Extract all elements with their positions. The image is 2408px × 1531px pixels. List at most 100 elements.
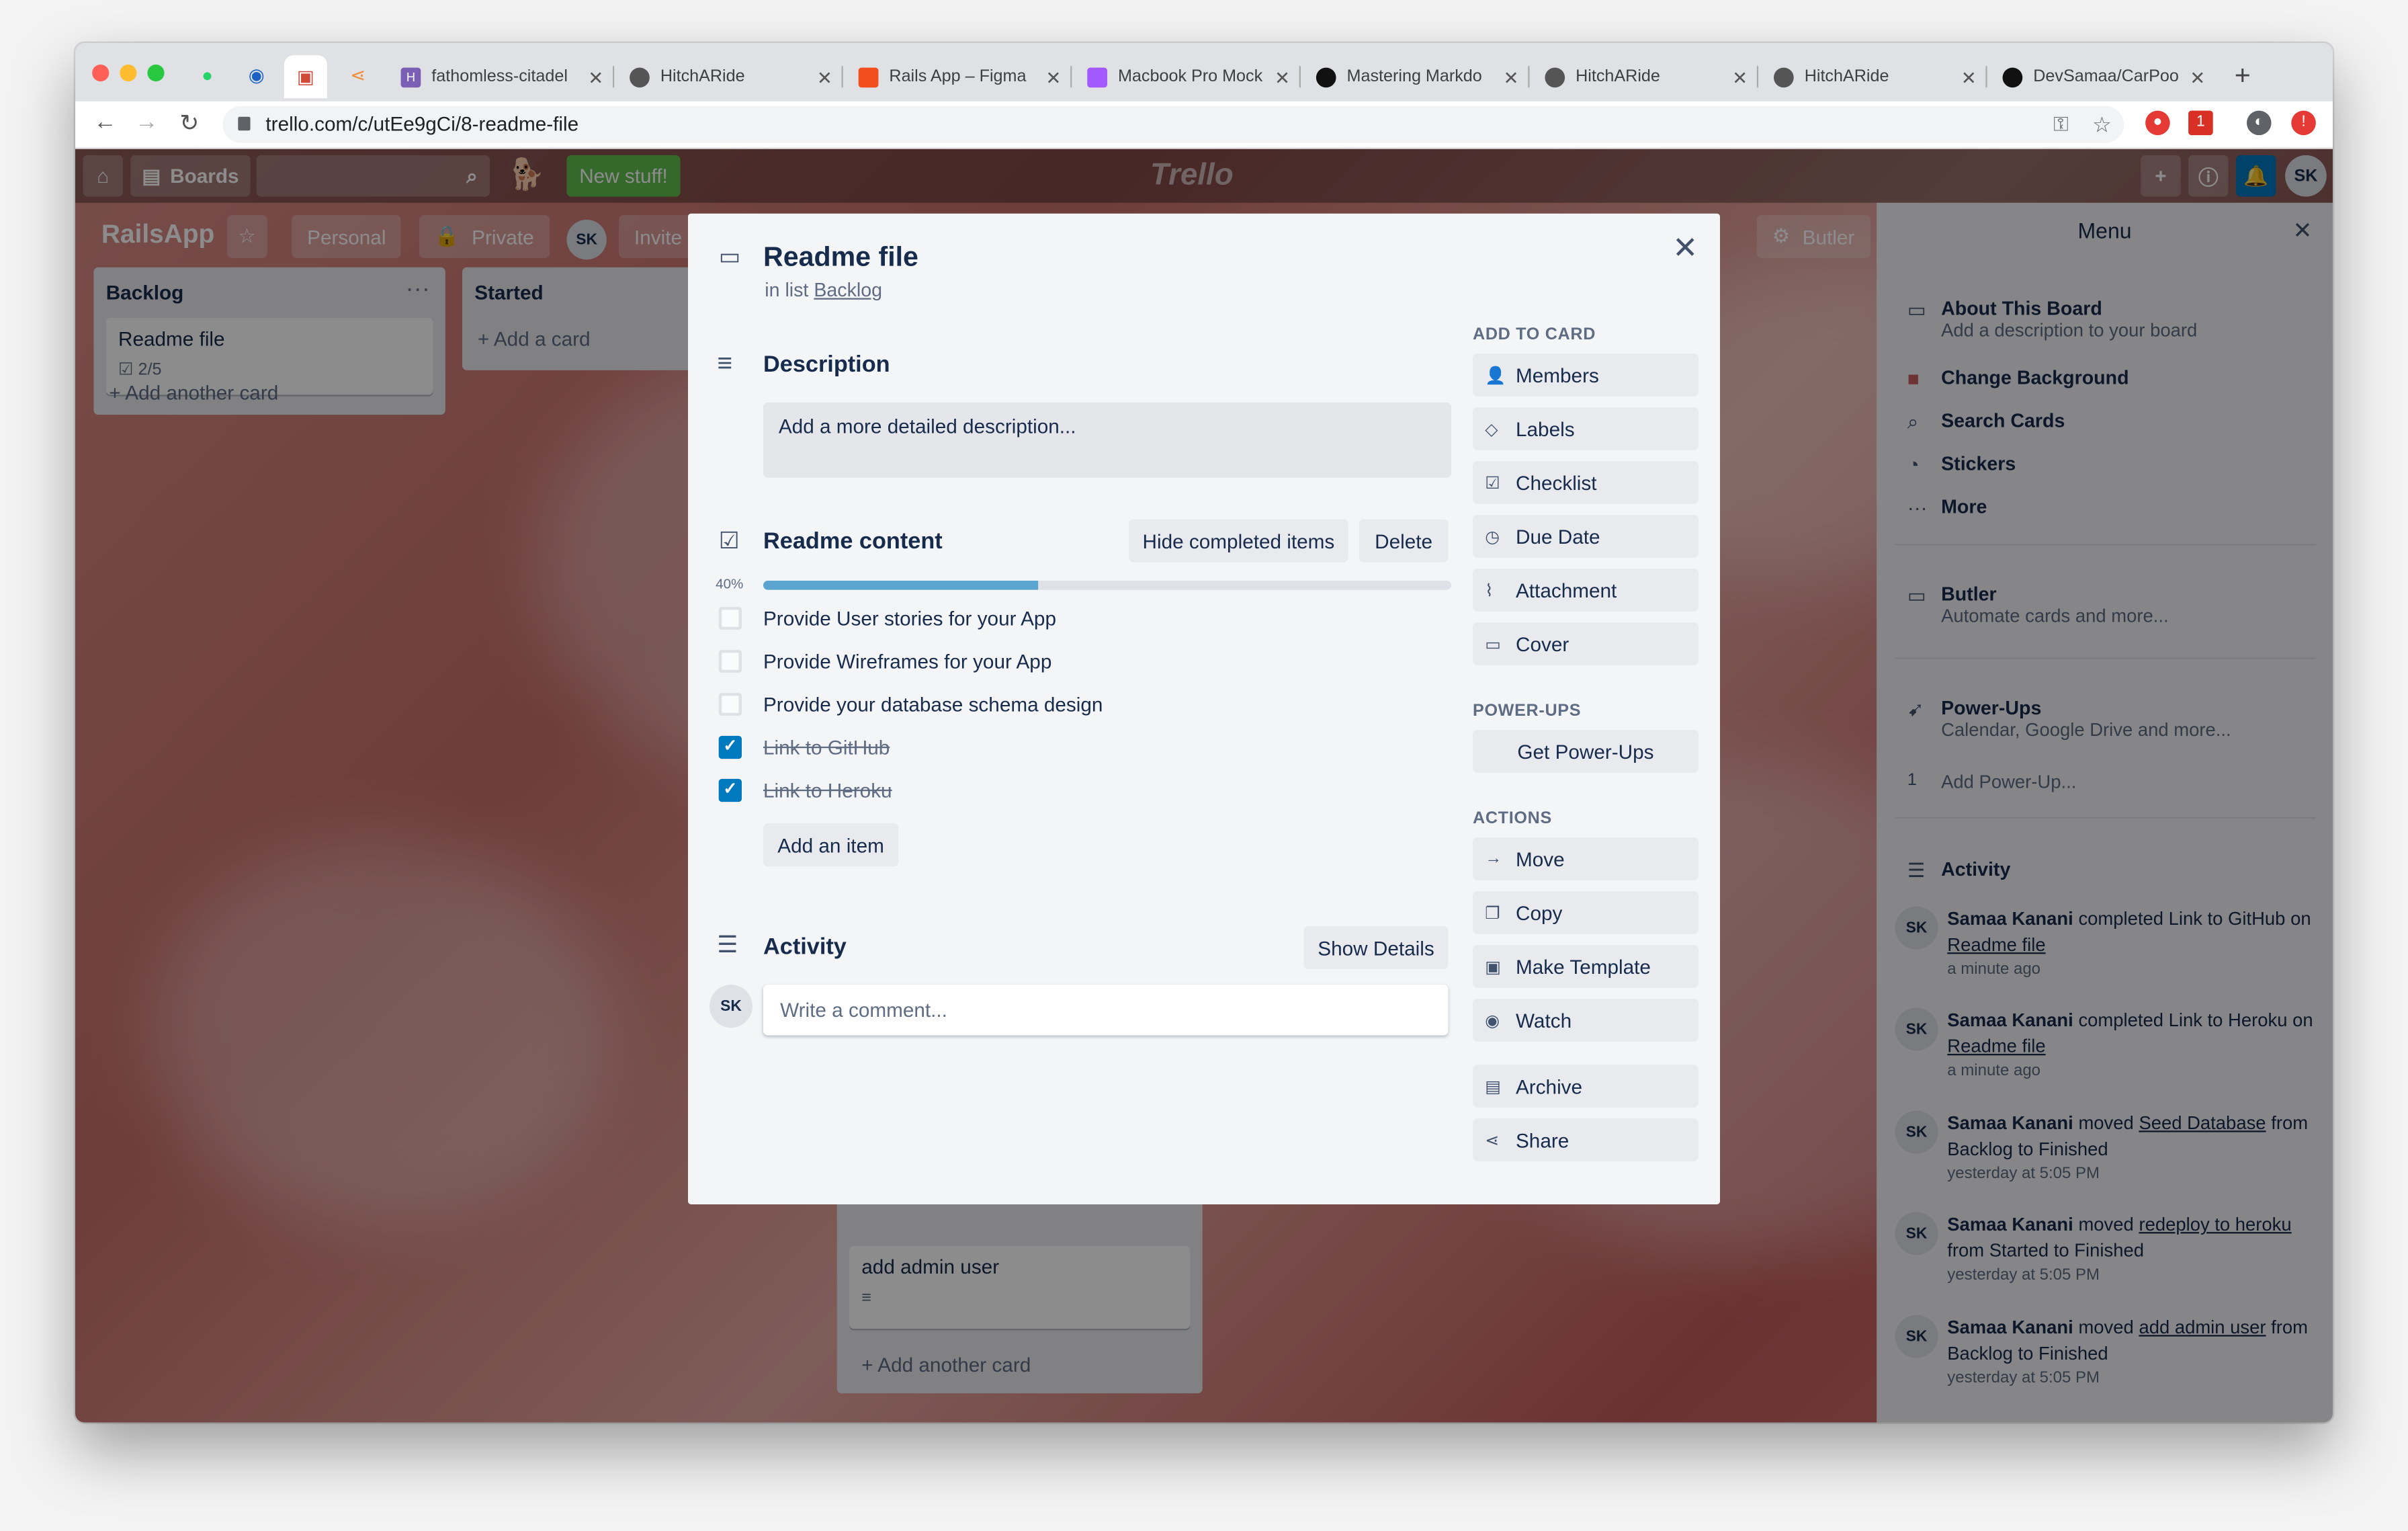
extension-icon[interactable]: ● [2145,110,2170,136]
tab-6[interactable]: HitchARide ✕ [1530,55,1759,98]
forward-icon[interactable]: → [135,109,158,135]
cover-button[interactable]: ▭ Cover [1472,622,1698,665]
checklist-progress-bar [763,580,1451,590]
close-tab-icon[interactable]: ✕ [1504,68,1519,89]
globe-icon [1773,67,1794,87]
avatar[interactable]: SK [709,985,752,1028]
close-tab-icon[interactable]: ✕ [588,68,603,89]
actions-heading: ACTIONS [1472,809,1552,828]
checklist-button[interactable]: ☑ Checklist [1472,460,1698,504]
tab-3[interactable]: Rails App – Figma ✕ [843,55,1072,98]
checklist-icon: ☑ [1485,474,1500,493]
close-tab-icon[interactable]: ✕ [1961,68,1977,89]
add-to-card-heading: ADD TO CARD [1472,325,1596,344]
checklist-icon: ☑ [718,528,740,555]
calendar-extension-icon[interactable]: 1 [2188,110,2213,136]
progress-percent: 40% [716,576,744,591]
new-tab-button[interactable]: + [2235,60,2251,92]
labels-button[interactable]: ◇ Labels [1472,407,1698,450]
due-date-button[interactable]: ◷ Due Date [1472,514,1698,558]
checkbox-checked[interactable]: ✓ [718,735,742,758]
lock-icon [238,116,251,131]
heroku-icon: H [400,67,421,87]
minimize-window-button[interactable] [120,64,137,82]
star-icon[interactable]: ☆ [2092,106,2112,143]
checklist-item[interactable]: Provide Wireframes for your App [718,645,1051,676]
tab-8[interactable]: DevSamaa/CarPoo ✕ [1987,55,2217,98]
zoom-window-button[interactable] [147,64,165,82]
profile-icon[interactable]: ◐ [2246,110,2272,136]
activity-heading: Activity [763,934,847,960]
archive-icon: ▤ [1485,1077,1502,1096]
globe-icon [630,67,650,87]
checklist-item[interactable]: ✓ Link to GitHub [718,731,890,762]
close-tab-icon[interactable]: ✕ [1732,68,1748,89]
copy-button[interactable]: ❐ Copy [1472,891,1698,934]
pinned-tab-trello[interactable]: ▣ [284,55,327,99]
tab-1[interactable]: Hfathomless-citadel ✕ [386,55,615,98]
get-power-ups-button[interactable]: Get Power-Ups [1472,729,1698,773]
globe-icon [1545,67,1565,87]
tab-7[interactable]: HitchARide ✕ [1758,55,1987,98]
archive-button[interactable]: ▤ Archive [1472,1064,1698,1108]
checklist-item[interactable]: Provide User stories for your App [718,602,1056,633]
activity-icon: ☰ [717,932,738,959]
close-window-button[interactable] [92,64,110,82]
description-heading: Description [763,351,890,378]
key-icon[interactable]: ⚿ [2053,106,2069,143]
members-button[interactable]: 👤 Members [1472,353,1698,397]
checkbox[interactable] [718,649,742,672]
figma-icon [1087,67,1107,87]
description-icon: ≡ [717,348,733,378]
browser-window: ● ◉ ▣ ⋖ Hfathomless-citadel ✕ HitchARide ✕… [75,42,2333,1423]
close-tab-icon[interactable]: ✕ [1045,68,1061,89]
delete-checklist-button[interactable]: Delete [1359,519,1449,563]
reload-icon[interactable]: ↻ [179,109,199,137]
close-tab-icon[interactable]: ✕ [2190,68,2205,89]
add-item-button[interactable]: Add an item [763,823,899,867]
back-icon[interactable]: ← [93,109,116,135]
show-details-button[interactable]: Show Details [1303,926,1449,970]
tab-strip: ● ◉ ▣ ⋖ Hfathomless-citadel ✕ HitchARide ✕… [75,42,2333,101]
attachment-button[interactable]: ⌇ Attachment [1472,568,1698,612]
hide-completed-button[interactable]: Hide completed items [1128,519,1348,563]
share-icon: ⋖ [1485,1131,1500,1150]
list-link[interactable]: Backlog [814,280,882,301]
alert-extension-icon[interactable]: ! [2291,110,2316,136]
pinned-tab-app[interactable]: ◉ [235,58,278,92]
browser-toolbar: ← → ↻ trello.com/c/utEe9gCi/8-readme-fil… [75,101,2333,149]
checkbox-checked[interactable]: ✓ [718,778,742,801]
comment-input[interactable]: Write a comment... [763,985,1449,1036]
share-button[interactable]: ⋖ Share [1472,1118,1698,1161]
make-template-button[interactable]: ▣ Make Template [1472,944,1698,988]
person-icon: 👤 [1485,366,1506,385]
pinned-tab-share[interactable]: ⋖ [337,58,380,92]
checkbox[interactable] [718,606,742,629]
progress-fill [763,580,1039,590]
pinned-tab-whatsapp[interactable]: ● [186,58,229,92]
github-icon [1316,67,1336,87]
close-modal-icon[interactable]: ✕ [1672,229,1698,267]
tab-2[interactable]: HitchARide ✕ [614,55,843,98]
checkbox[interactable] [718,692,742,715]
eye-icon: ◉ [1485,1011,1500,1030]
clock-icon: ◷ [1485,528,1500,546]
checklist-item[interactable]: ✓ Link to Heroku [718,774,892,805]
move-button[interactable]: → Move [1472,837,1698,880]
figma-icon [858,67,879,87]
whatsapp-icon: ● [202,64,213,86]
close-tab-icon[interactable]: ✕ [817,68,832,89]
close-tab-icon[interactable]: ✕ [1275,68,1290,89]
checklist-item[interactable]: Provide your database schema design [718,688,1103,719]
card-title[interactable]: Readme file [763,241,918,274]
cover-icon: ▭ [1485,635,1502,654]
checklist-title[interactable]: Readme content [763,528,943,554]
tab-4[interactable]: Macbook Pro Mock ✕ [1072,55,1301,98]
address-bar[interactable]: trello.com/c/utEe9gCi/8-readme-file ⚿ ☆ [222,106,2124,143]
watch-button[interactable]: ◉ Watch [1472,998,1698,1042]
trello-icon: ▣ [296,66,314,88]
tab-5[interactable]: Mastering Markdo ✕ [1301,55,1530,98]
copy-icon: ❐ [1485,904,1500,923]
description-field[interactable]: Add a more detailed description... [763,402,1451,478]
card-detail-modal: ▭ Readme file in list Backlog ✕ ≡ Descri… [687,213,1720,1204]
